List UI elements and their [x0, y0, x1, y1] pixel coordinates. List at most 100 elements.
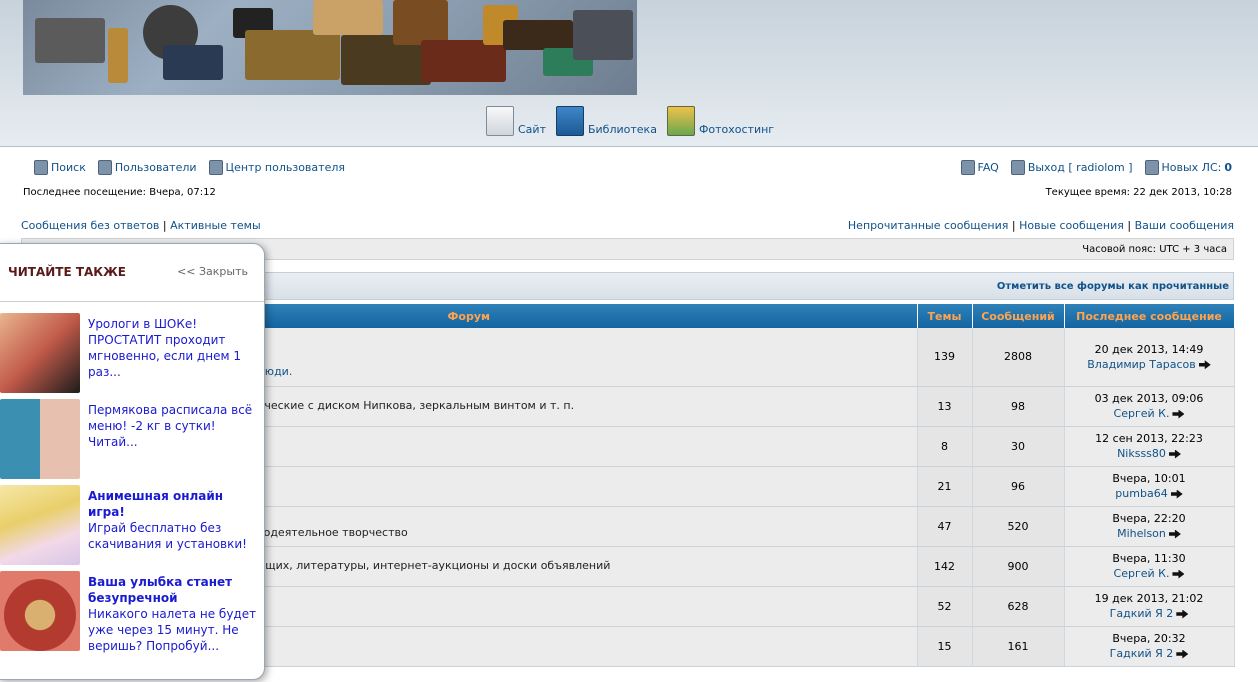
ad-text[interactable]: Анимешная онлайн игра! Играй бесплатно бе… [88, 485, 260, 567]
logout-link[interactable]: Выход [ radiolom ] [1010, 159, 1133, 175]
quick-links-bar: Сообщения без ответов | Активные темы Не… [21, 219, 1234, 232]
ad-image[interactable] [0, 485, 80, 565]
last-post-cell: 19 дек 2013, 21:02 Гадкий Я 2 [1064, 586, 1235, 627]
last-post-author-link[interactable]: pumba64 [1115, 487, 1167, 500]
search-label: Поиск [51, 160, 86, 174]
posts-count: 520 [972, 506, 1065, 547]
ad-headline: Ваша улыбка станет безупречной [88, 575, 233, 605]
last-post-author-link[interactable]: Владимир Тарасов [1087, 358, 1195, 371]
separator: | [1011, 219, 1016, 232]
header-banner-image[interactable] [23, 0, 637, 95]
ad-image[interactable] [0, 399, 80, 479]
search-link[interactable]: Поиск [34, 159, 86, 175]
document-icon [486, 106, 514, 136]
ad-text[interactable]: Пермякова расписала всё меню! -2 кг в су… [88, 399, 260, 481]
private-messages-icon [1144, 159, 1159, 175]
last-post-date: 19 дек 2013, 21:02 [1094, 592, 1204, 605]
ad-description: Пермякова расписала всё меню! -2 кг в су… [88, 403, 253, 449]
ad-description: Урологи в ШОКе! ПРОСТАТИТ проходит мгнов… [88, 317, 241, 379]
ad-image[interactable] [0, 313, 80, 393]
top-navigation: Сайт Библиотека Фотохостинг [486, 102, 774, 136]
last-post-date: Вчера, 20:32 [1112, 632, 1186, 645]
members-link[interactable]: Пользователи [97, 159, 197, 175]
last-post-date: 20 дек 2013, 14:49 [1094, 342, 1204, 356]
goto-last-post-icon[interactable] [1168, 529, 1181, 539]
ad-text[interactable]: Ваша улыбка станет безупречной Никакого н… [88, 571, 260, 653]
last-post-cell: 12 сен 2013, 22:23 Niksss80 [1064, 426, 1235, 467]
goto-last-post-icon[interactable] [1170, 489, 1183, 499]
ad-item[interactable]: Пермякова расписала всё меню! -2 кг в су… [0, 399, 260, 481]
search-icon [34, 159, 48, 175]
camera-image [163, 45, 223, 80]
ucp-label: Центр пользователя [225, 160, 345, 174]
receiver-image [573, 10, 633, 60]
cabinet-radio-image [393, 0, 448, 45]
separator: | [1127, 219, 1132, 232]
posts-count: 900 [972, 546, 1065, 587]
user-bar: Поиск Пользователи Центр пользователя FA… [34, 158, 1232, 176]
tube-radio-image [245, 30, 340, 80]
goto-last-post-icon[interactable] [1198, 360, 1211, 370]
ad-item[interactable]: Урологи в ШОКе! ПРОСТАТИТ проходит мгнов… [0, 313, 260, 395]
goto-last-post-icon[interactable] [1172, 569, 1185, 579]
new-posts-link[interactable]: Новые сообщения [1019, 219, 1124, 232]
last-post-author-link[interactable]: Mihelson [1117, 527, 1166, 540]
library-book-icon [555, 106, 584, 136]
nav-library-label: Библиотека [587, 123, 657, 136]
posts-count: 161 [972, 626, 1065, 667]
last-post-date: 12 сен 2013, 22:23 [1095, 432, 1203, 445]
nav-site[interactable]: Сайт [486, 106, 546, 136]
visit-info-bar: Последнее посещение: Вчера, 07:12 Текуще… [23, 187, 1232, 198]
goto-last-post-icon[interactable] [1176, 609, 1189, 619]
last-post-author-link[interactable]: Сергей К. [1114, 407, 1170, 420]
ad-image[interactable] [0, 571, 80, 651]
header-posts: Сообщений [972, 304, 1065, 328]
ad-item[interactable]: Ваша улыбка станет безупречной Никакого н… [0, 571, 260, 653]
tripod-image [108, 28, 128, 83]
ucp-link[interactable]: Центр пользователя [208, 159, 345, 175]
members-list-icon [97, 159, 112, 175]
last-post-author-link[interactable]: Гадкий Я 2 [1110, 607, 1174, 620]
topics-count: 52 [917, 586, 973, 627]
timezone-text: Часовой пояс: UTC + 3 часа [1082, 244, 1227, 255]
posts-count: 2808 [972, 328, 1065, 387]
nav-photohosting-label: Фотохостинг [698, 123, 775, 136]
private-messages-link[interactable]: Новых ЛС: 0 [1144, 159, 1232, 175]
logout-label: Выход [ radiolom ] [1027, 160, 1133, 174]
last-post-author-link[interactable]: Niksss80 [1117, 447, 1166, 460]
unread-posts-link[interactable]: Непрочитанные сообщения [848, 219, 1008, 232]
last-post-date: Вчера, 11:30 [1112, 552, 1186, 565]
last-post-date: Вчера, 10:01 [1112, 472, 1186, 485]
ad-item[interactable]: Анимешная онлайн игра! Играй бесплатно бе… [0, 485, 260, 567]
mark-all-read-link[interactable]: Отметить все форумы как прочитанные [997, 281, 1229, 292]
last-post-cell: Вчера, 11:30 Сергей К. [1064, 546, 1235, 587]
faq-label: FAQ [977, 160, 999, 174]
nav-photohosting[interactable]: Фотохостинг [666, 106, 775, 136]
last-post-cell: 03 дек 2013, 09:06 Сергей К. [1064, 386, 1235, 427]
last-post-date: Вчера, 22:20 [1112, 512, 1186, 525]
read-also-popup: ЧИТАЙТЕ ТАКЖЕ << Закрыть Урологи в ШОКе!… [0, 243, 265, 680]
goto-last-post-icon[interactable] [1176, 649, 1189, 659]
unanswered-posts-link[interactable]: Сообщения без ответов [21, 219, 159, 232]
faq-link[interactable]: FAQ [960, 159, 999, 175]
active-topics-link[interactable]: Активные темы [170, 219, 261, 232]
your-posts-link[interactable]: Ваши сообщения [1135, 219, 1234, 232]
popup-close-button[interactable]: << Закрыть [177, 265, 248, 278]
nav-library[interactable]: Библиотека [555, 106, 657, 136]
members-label: Пользователи [114, 160, 197, 174]
posts-count: 30 [972, 426, 1065, 467]
header-topics: Темы [917, 304, 973, 328]
separator: | [162, 219, 167, 232]
wooden-radio-image [313, 0, 383, 35]
ad-text[interactable]: Урологи в ШОКе! ПРОСТАТИТ проходит мгнов… [88, 313, 260, 395]
last-visit-text: Последнее посещение: Вчера, 07:12 [23, 187, 216, 198]
last-post-cell: 20 дек 2013, 14:49 Владимир Тарасов [1064, 328, 1235, 387]
goto-last-post-icon[interactable] [1168, 449, 1181, 459]
ad-description: Никакого налета не будет уже через 15 ми… [88, 607, 257, 653]
suitcase-player-image [421, 40, 506, 82]
popup-header: ЧИТАЙТЕ ТАКЖЕ << Закрыть [0, 244, 264, 302]
last-post-author-link[interactable]: Гадкий Я 2 [1110, 647, 1174, 660]
goto-last-post-icon[interactable] [1172, 409, 1185, 419]
console-radio-image [503, 20, 573, 50]
last-post-author-link[interactable]: Сергей К. [1114, 567, 1170, 580]
